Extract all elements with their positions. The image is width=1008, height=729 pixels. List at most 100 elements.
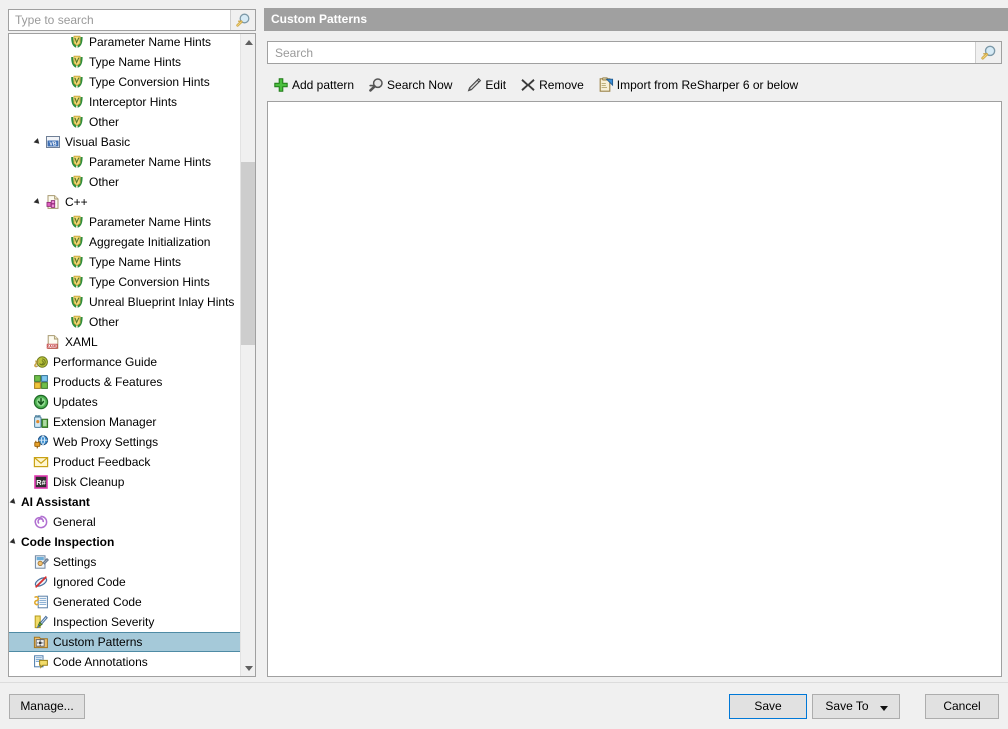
tree-indent [9, 452, 21, 472]
tree-item-aggregate-initialization[interactable]: Aggregate Initialization [9, 232, 241, 252]
toolbar-button-label: Search Now [387, 78, 452, 92]
tree-item-performance-guide[interactable]: Performance Guide [9, 352, 241, 372]
tree-item-inspection-severity[interactable]: Inspection Severity [9, 612, 241, 632]
tree-item-label: Visual Basic [65, 132, 130, 152]
tree-item-ignored-code[interactable]: Ignored Code [9, 572, 241, 592]
tree-indent [9, 292, 57, 312]
pattern-search-box[interactable] [267, 41, 1002, 64]
tree-item-other[interactable]: Other [9, 312, 241, 332]
tree-item-product-feedback[interactable]: Product Feedback [9, 452, 241, 472]
import-from-resharper-6-or-below-button[interactable]: Import from ReSharper 6 or below [592, 73, 806, 97]
expander-placeholder [21, 592, 33, 612]
chevron-down-icon[interactable] [241, 660, 256, 676]
tree-item-xaml[interactable]: XAML XAML [9, 332, 241, 352]
tree-indent [9, 512, 21, 532]
expander-placeholder [57, 292, 69, 312]
tree-indent [9, 472, 21, 492]
tree-item-parameter-name-hints[interactable]: Parameter Name Hints [9, 152, 241, 172]
hint-icon [69, 74, 85, 90]
search-now-button[interactable]: Search Now [362, 73, 460, 97]
expander-open-icon[interactable] [33, 132, 45, 152]
plus-icon [273, 77, 289, 93]
tree-item-label: Code Inspection [21, 532, 114, 552]
tree-item-label: Settings [53, 552, 96, 572]
tree-item-extension-manager[interactable]: Extension Manager [9, 412, 241, 432]
tree-item-label: XAML [65, 332, 98, 352]
import-icon [598, 77, 614, 93]
expander-placeholder [21, 412, 33, 432]
search-icon-button[interactable] [230, 10, 255, 30]
tree-indent [9, 552, 21, 572]
chevron-up-icon[interactable] [241, 34, 256, 50]
tree-item-other[interactable]: Other [9, 172, 241, 192]
tree-item-label: Parameter Name Hints [89, 152, 211, 172]
remove-button[interactable]: Remove [514, 73, 592, 97]
tree-item-products-features[interactable]: Products & Features [9, 372, 241, 392]
tree-indent [9, 52, 57, 72]
tree-item-generated-code[interactable]: Generated Code [9, 592, 241, 612]
tree-item-label: Other [89, 312, 119, 332]
expander-placeholder [57, 152, 69, 172]
chevron-down-icon [880, 706, 888, 711]
tree-item-label: Other [89, 172, 119, 192]
tree-indent [9, 252, 57, 272]
tree-item-type-name-hints[interactable]: Type Name Hints [9, 52, 241, 72]
tree-vertical-scrollbar[interactable] [240, 34, 255, 676]
tree-item-web-proxy-settings[interactable]: Web Proxy Settings [9, 432, 241, 452]
tree-item-interceptor-hints[interactable]: Interceptor Hints [9, 92, 241, 112]
svg-text:XAML: XAML [47, 344, 59, 349]
cpp-icon [45, 194, 61, 210]
tree-item-type-conversion-hints[interactable]: Type Conversion Hints [9, 272, 241, 292]
manage-button[interactable]: Manage... [9, 694, 85, 719]
tree-item-parameter-name-hints[interactable]: Parameter Name Hints [9, 34, 241, 52]
settings-tree[interactable]: Parameter Name HintsType Name HintsType … [8, 33, 256, 677]
extension-icon [33, 414, 49, 430]
tree-item-custom-patterns[interactable]: Custom Patterns [9, 632, 241, 652]
generated-code-icon [33, 594, 49, 610]
expander-placeholder [21, 512, 33, 532]
expander-placeholder [57, 212, 69, 232]
pattern-search-icon-button[interactable] [975, 42, 1001, 63]
tree-item-label: Type Conversion Hints [89, 272, 210, 292]
tree-item-label: Type Name Hints [89, 52, 181, 72]
expander-open-icon[interactable] [9, 492, 21, 512]
tree-item-visual-basic[interactable]: VBVisual Basic [9, 132, 241, 152]
hint-icon [69, 34, 85, 50]
tree-item-c[interactable]: C++ [9, 192, 241, 212]
tree-item-ai-assistant[interactable]: AI Assistant [9, 492, 241, 512]
tree-item-code-annotations[interactable]: Code Annotations [9, 652, 241, 672]
tree-item-parameter-name-hints[interactable]: Parameter Name Hints [9, 212, 241, 232]
expander-open-icon[interactable] [33, 192, 45, 212]
hint-icon [69, 314, 85, 330]
tree-item-general[interactable]: General [9, 512, 241, 532]
tree-indent [9, 612, 21, 632]
scrollbar-thumb[interactable] [241, 162, 256, 345]
tree-item-disk-cleanup[interactable]: R#Disk Cleanup [9, 472, 241, 492]
cancel-button[interactable]: Cancel [925, 694, 999, 719]
tree-item-type-name-hints[interactable]: Type Name Hints [9, 252, 241, 272]
expander-open-icon[interactable] [9, 532, 21, 552]
tree-item-code-inspection[interactable]: Code Inspection [9, 532, 241, 552]
tree-search-box[interactable] [8, 9, 256, 31]
hint-icon [69, 94, 85, 110]
tree-indent [9, 272, 57, 292]
page-title: Custom Patterns [264, 8, 1008, 31]
edit-button[interactable]: Edit [460, 73, 514, 97]
tree-item-label: Disk Cleanup [53, 472, 124, 492]
tree-item-other[interactable]: Other [9, 112, 241, 132]
tree-item-updates[interactable]: Updates [9, 392, 241, 412]
expander-placeholder [21, 392, 33, 412]
patterns-list-area[interactable] [267, 101, 1002, 677]
tree-indent [9, 152, 57, 172]
tree-item-type-conversion-hints[interactable]: Type Conversion Hints [9, 72, 241, 92]
pattern-search-input[interactable] [268, 42, 976, 63]
tree-item-settings[interactable]: Settings [9, 552, 241, 572]
tree-item-label: Inspection Severity [53, 612, 154, 632]
add-pattern-button[interactable]: Add pattern [267, 73, 362, 97]
save-button[interactable]: Save [729, 694, 807, 719]
search-input[interactable] [9, 10, 231, 30]
expander-placeholder [57, 312, 69, 332]
disk-cleanup-icon: R# [33, 474, 49, 490]
tree-item-unreal-blueprint-inlay-hints[interactable]: Unreal Blueprint Inlay Hints [9, 292, 241, 312]
save-to-button[interactable]: Save To [812, 694, 900, 719]
